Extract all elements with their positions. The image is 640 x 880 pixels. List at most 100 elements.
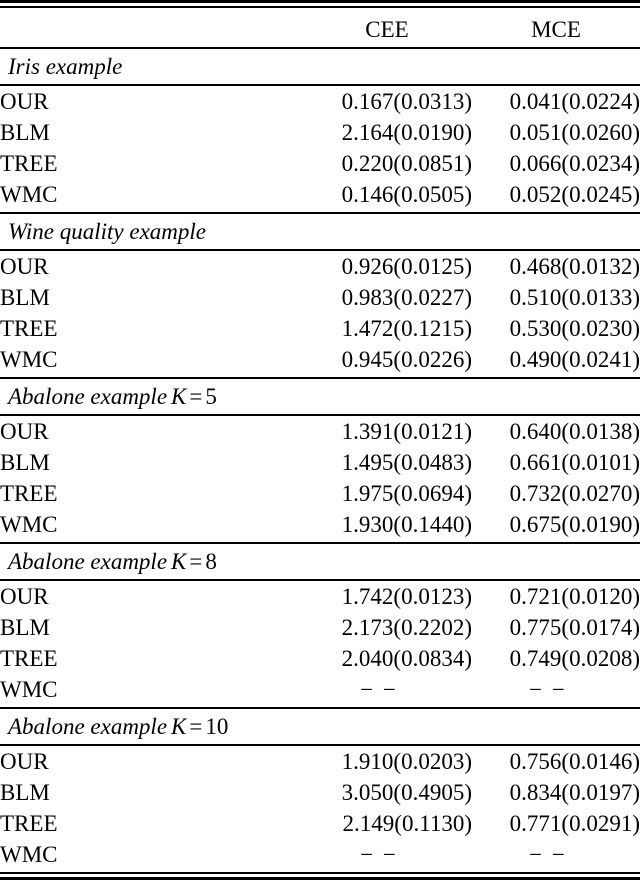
row-cee-value: 0.983(0.0227) [341,285,472,310]
section-title-text: Iris example [8,53,123,79]
row-mce-value: 0.041(0.0224) [509,89,640,114]
section-title-math-operator: = [189,383,203,409]
row-mce-value: 0.640(0.0138) [509,419,640,444]
results-table: CEE MCE Iris example OUR 0.167(0.0313) 0.041(… [0,0,640,880]
section-title-math-value: 8 [205,548,217,574]
row-mce-value: 0.468(0.0132) [509,254,640,279]
row-mce-value: − − [529,842,567,867]
row-method-label: OUR [0,749,49,774]
row-mce-value: 0.775(0.0174) [509,615,640,640]
section-header-row: Abalone example K = 10 [0,709,640,744]
row-method-label: BLM [0,285,50,310]
table-row: OUR 0.167(0.0313) 0.041(0.0224) [0,86,640,117]
section-title: Abalone example K = 10 [0,709,640,744]
table-row: WMC 0.945(0.0226) 0.490(0.0241) [0,344,640,377]
row-cee-value: 2.149(0.1130) [342,811,472,836]
row-method-label: OUR [0,584,49,609]
row-mce-value: 0.732(0.0270) [509,481,640,506]
row-mce-value: 0.052(0.0245) [509,182,640,207]
section-title-math-value: 10 [205,713,229,739]
section-title: Wine quality example [0,214,640,249]
row-mce-value: 0.510(0.0133) [509,285,640,310]
row-cee-value: 1.910(0.0203) [341,749,472,774]
row-cee-value: 1.742(0.0123) [341,584,472,609]
row-cee-value: 1.495(0.0483) [341,450,472,475]
section-title-math-operator: = [189,713,203,739]
column-header-method [0,8,302,47]
table-row: OUR 1.391(0.0121) 0.640(0.0138) [0,416,640,447]
row-cee-value: 2.173(0.2202) [341,615,472,640]
table-row: OUR 0.926(0.0125) 0.468(0.0132) [0,251,640,282]
row-method-label: TREE [0,481,58,506]
column-header-mce: MCE [531,17,581,42]
row-method-label: TREE [0,151,58,176]
row-cee-value: 0.167(0.0313) [341,89,472,114]
table-row: OUR 1.742(0.0123) 0.721(0.0120) [0,581,640,612]
row-method-label: WMC [0,182,58,207]
table-row: OUR 1.910(0.0203) 0.756(0.0146) [0,746,640,777]
section-title-math-value: 5 [205,383,217,409]
row-mce-value: 0.051(0.0260) [509,120,640,145]
section-title-math-operator: = [189,548,203,574]
row-mce-value: − − [529,677,567,702]
row-method-label: TREE [0,811,58,836]
row-method-label: OUR [0,89,49,114]
row-cee-value: 3.050(0.4905) [341,780,472,805]
row-mce-value: 0.530(0.0230) [509,316,640,341]
table-row: WMC − − − − [0,839,640,872]
section-title-text: Abalone example [8,383,168,409]
section-header-row: Iris example [0,49,640,84]
column-header-cee: CEE [365,17,409,42]
results-table-container: CEE MCE Iris example OUR 0.167(0.0313) 0.041(… [0,0,640,880]
row-method-label: BLM [0,615,50,640]
row-method-label: WMC [0,842,58,867]
table-row: TREE 2.040(0.0834) 0.749(0.0208) [0,643,640,674]
row-method-label: WMC [0,512,58,537]
row-method-label: TREE [0,316,58,341]
table-row: WMC − − − − [0,674,640,707]
table-row: WMC 1.930(0.1440) 0.675(0.0190) [0,509,640,542]
table-row: BLM 3.050(0.4905) 0.834(0.0197) [0,777,640,808]
section-header-row: Abalone example K = 8 [0,544,640,579]
row-method-label: WMC [0,347,58,372]
table-row: WMC 0.146(0.0505) 0.052(0.0245) [0,179,640,212]
section-header-row: Abalone example K = 5 [0,379,640,414]
row-cee-value: 0.220(0.0851) [341,151,472,176]
row-cee-value: 2.040(0.0834) [341,646,472,671]
row-cee-value: − − [360,842,398,867]
section-title-text: Abalone example [8,548,168,574]
row-cee-value: 0.945(0.0226) [341,347,472,372]
row-cee-value: 0.926(0.0125) [341,254,472,279]
table-row: TREE 1.472(0.1215) 0.530(0.0230) [0,313,640,344]
table-row: TREE 0.220(0.0851) 0.066(0.0234) [0,148,640,179]
row-method-label: WMC [0,677,58,702]
row-cee-value: 1.472(0.1215) [341,316,472,341]
section-title: Abalone example K = 5 [0,379,640,414]
row-cee-value: 1.930(0.1440) [341,512,472,537]
row-method-label: OUR [0,254,49,279]
row-method-label: BLM [0,450,50,475]
section-title-text: Wine quality example [8,218,206,244]
results-table-body: CEE MCE Iris example OUR 0.167(0.0313) 0.041(… [0,0,640,880]
table-row: BLM 2.164(0.0190) 0.051(0.0260) [0,117,640,148]
section-title-math-variable: K [171,713,187,739]
row-mce-value: 0.490(0.0241) [509,347,640,372]
section-title: Abalone example K = 8 [0,544,640,579]
row-method-label: BLM [0,120,50,145]
section-header-row: Wine quality example [0,214,640,249]
table-row: BLM 1.495(0.0483) 0.661(0.0101) [0,447,640,478]
row-mce-value: 0.675(0.0190) [509,512,640,537]
section-title-math-variable: K [171,548,187,574]
table-row: TREE 1.975(0.0694) 0.732(0.0270) [0,478,640,509]
section-title: Iris example [0,49,640,84]
section-title-text: Abalone example [8,713,168,739]
row-cee-value: 1.975(0.0694) [341,481,472,506]
row-mce-value: 0.661(0.0101) [509,450,640,475]
row-cee-value: − − [360,677,398,702]
section-title-math-variable: K [171,383,187,409]
row-cee-value: 0.146(0.0505) [341,182,472,207]
row-method-label: OUR [0,419,49,444]
row-mce-value: 0.756(0.0146) [509,749,640,774]
table-row: BLM 2.173(0.2202) 0.775(0.0174) [0,612,640,643]
table-header-row: CEE MCE [0,8,640,47]
